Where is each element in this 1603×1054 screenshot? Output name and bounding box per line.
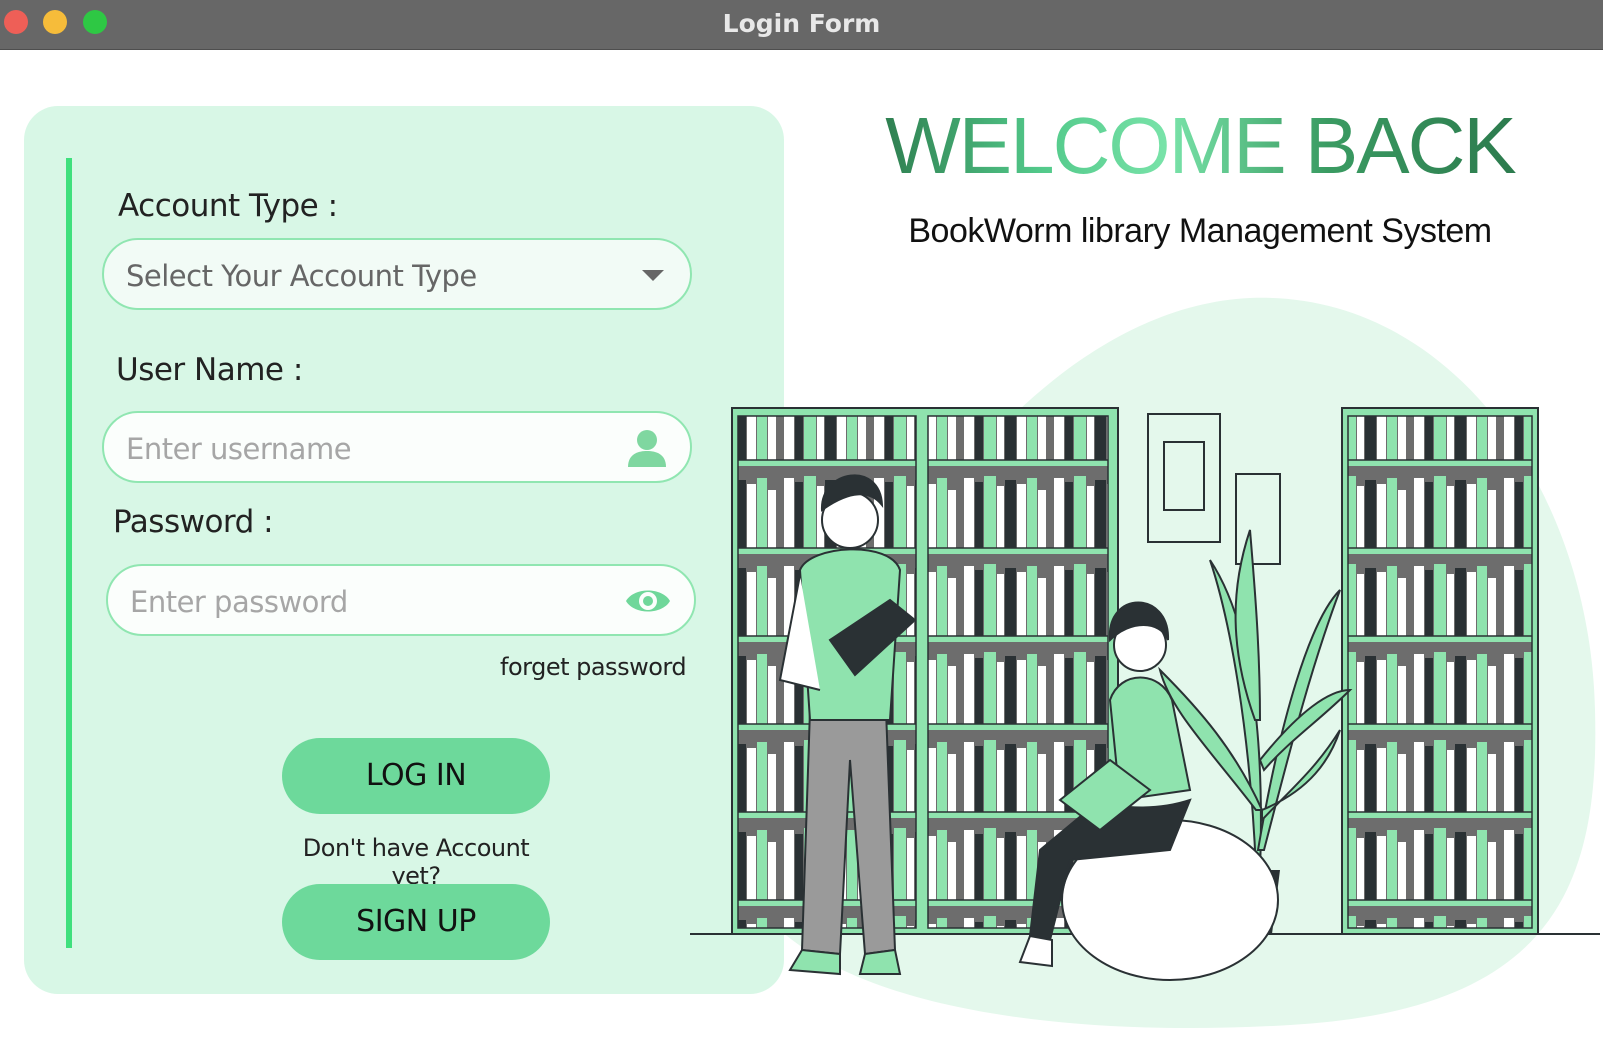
signup-button[interactable]: SIGN UP [282, 884, 550, 960]
username-label: User Name : [116, 352, 303, 388]
panel-accent-bar [66, 158, 72, 948]
login-button[interactable]: LOG IN [282, 738, 550, 814]
welcome-heading: WELCOME BACK [880, 100, 1520, 192]
app-subtitle: BookWorm library Management System [908, 212, 1492, 250]
library-illustration [690, 290, 1600, 1035]
window-titlebar: Login Form [0, 0, 1603, 50]
window-title: Login Form [722, 9, 881, 38]
forget-password-link[interactable]: forget password [500, 653, 687, 681]
user-icon [626, 427, 668, 474]
chevron-down-icon [642, 270, 664, 281]
no-account-text: Don't have Account yet? [302, 834, 530, 890]
password-label: Password : [113, 504, 274, 540]
account-type-label: Account Type : [118, 188, 338, 224]
account-type-select[interactable]: Select Your Account Type [102, 238, 692, 310]
eye-icon[interactable] [624, 584, 672, 623]
account-type-selected: Select Your Account Type [126, 259, 477, 293]
username-placeholder: Enter username [126, 432, 352, 466]
password-field[interactable]: Enter password [106, 564, 696, 636]
username-field[interactable]: Enter username [102, 411, 692, 483]
password-placeholder: Enter password [130, 585, 348, 619]
